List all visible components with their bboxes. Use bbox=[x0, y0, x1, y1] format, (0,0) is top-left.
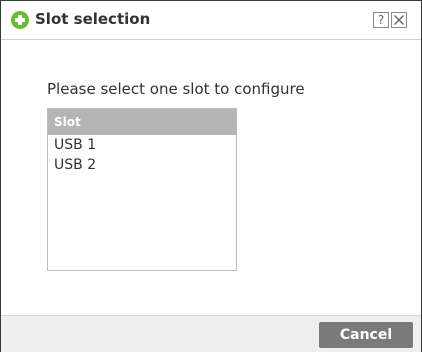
slot-list: Slot USB 1 USB 2 bbox=[47, 108, 237, 271]
close-icon[interactable] bbox=[391, 12, 407, 28]
dialog-title: Slot selection bbox=[35, 10, 151, 28]
slot-row-usb1[interactable]: USB 1 bbox=[48, 135, 236, 155]
slot-row-usb2[interactable]: USB 2 bbox=[48, 155, 236, 175]
dialog-footer: Cancel bbox=[1, 315, 421, 352]
instruction-text: Please select one slot to configure bbox=[47, 80, 305, 98]
help-icon[interactable]: ? bbox=[373, 12, 389, 28]
dialog-titlebar: Slot selection ? bbox=[1, 1, 421, 40]
slot-column-header: Slot bbox=[48, 109, 236, 135]
plus-circle-icon bbox=[11, 11, 29, 29]
cancel-button[interactable]: Cancel bbox=[319, 322, 413, 348]
slot-selection-dialog: Slot selection ? Please select one slot … bbox=[0, 0, 422, 352]
